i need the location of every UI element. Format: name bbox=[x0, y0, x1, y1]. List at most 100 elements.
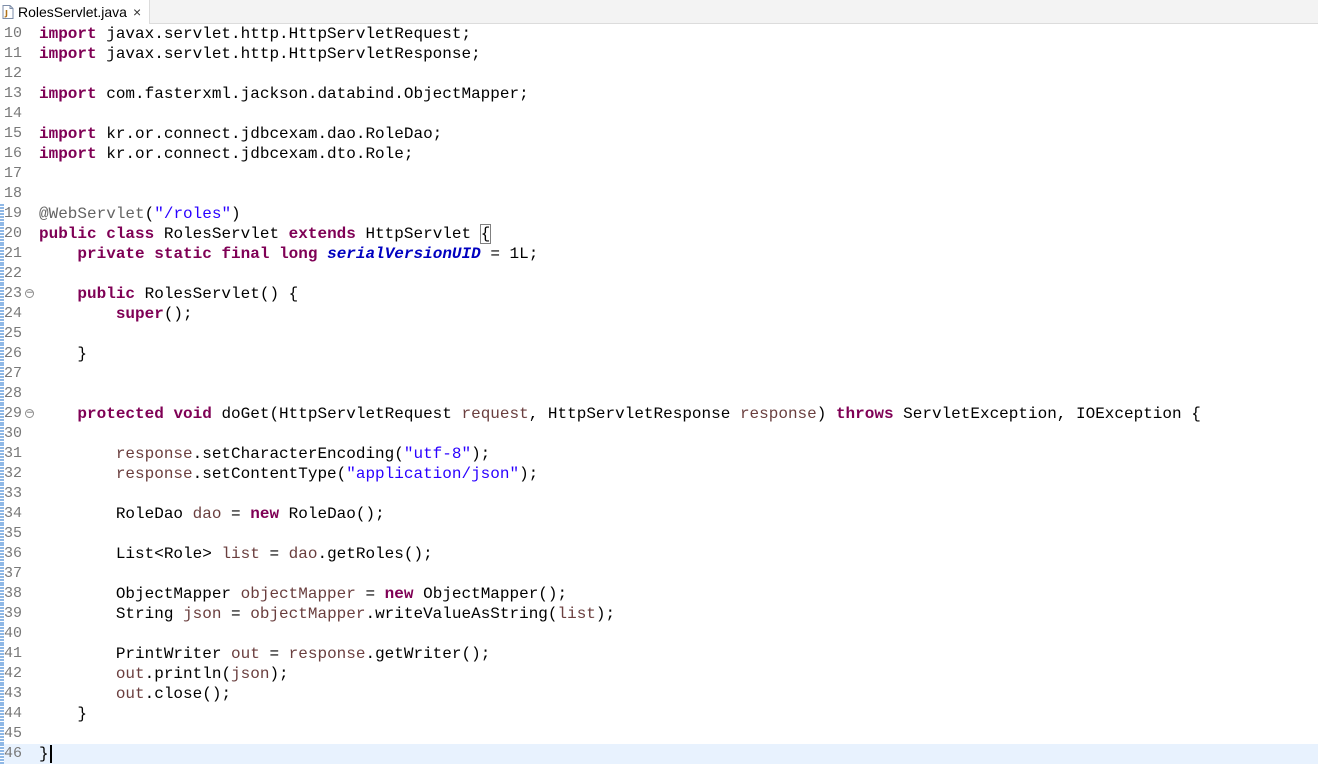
fold-collapse-icon[interactable]: − bbox=[25, 289, 34, 298]
code-token: objectMapper bbox=[250, 605, 366, 623]
line-number: 10 bbox=[4, 25, 23, 42]
code-line[interactable]: 26 } bbox=[0, 344, 1318, 364]
code-token: ); bbox=[519, 465, 539, 483]
line-number: 19 bbox=[4, 205, 23, 222]
code-token: serialVersionUID bbox=[327, 245, 481, 263]
code-text: String json = objectMapper.writeValueAsS… bbox=[39, 604, 615, 624]
code-text: import kr.or.connect.jdbcexam.dto.Role; bbox=[39, 144, 413, 164]
line-number: 30 bbox=[4, 425, 23, 442]
code-line[interactable]: 43 out.close(); bbox=[0, 684, 1318, 704]
line-number: 21 bbox=[4, 245, 23, 262]
code-token: json bbox=[183, 605, 222, 623]
code-line[interactable]: 28 bbox=[0, 384, 1318, 404]
code-token: super bbox=[115, 305, 164, 323]
code-token: RolesServlet() { bbox=[135, 285, 299, 303]
code-line[interactable]: 21 private static final long serialVersi… bbox=[0, 244, 1318, 264]
code-token: throws bbox=[835, 405, 894, 423]
code-line[interactable]: 19 @WebServlet("/roles") bbox=[0, 204, 1318, 224]
code-line[interactable]: 45 bbox=[0, 724, 1318, 744]
code-token: .writeValueAsString( bbox=[365, 605, 558, 623]
code-token: kr.or.connect.jdbcexam.dto.Role; bbox=[96, 145, 414, 163]
code-line[interactable]: 30 bbox=[0, 424, 1318, 444]
code-line[interactable]: 29− protected void doGet(HttpServletRequ… bbox=[0, 404, 1318, 424]
code-token: doGet(HttpServletRequest bbox=[211, 405, 462, 423]
code-line[interactable]: 25 bbox=[0, 324, 1318, 344]
code-line[interactable]: 16 import kr.or.connect.jdbcexam.dto.Role… bbox=[0, 144, 1318, 164]
line-number: 39 bbox=[4, 605, 23, 622]
code-token: objectMapper bbox=[240, 585, 356, 603]
code-line[interactable]: 40 bbox=[0, 624, 1318, 644]
code-line[interactable]: 38 ObjectMapper objectMapper = new Objec… bbox=[0, 584, 1318, 604]
code-line[interactable]: 42 out.println(json); bbox=[0, 664, 1318, 684]
code-text: import com.fasterxml.jackson.databind.Ob… bbox=[39, 84, 529, 104]
code-token: = bbox=[221, 505, 251, 523]
code-line[interactable]: 44 } bbox=[0, 704, 1318, 724]
code-line[interactable]: 17 bbox=[0, 164, 1318, 184]
code-token: extends bbox=[288, 225, 356, 243]
code-line[interactable]: 46} bbox=[0, 744, 1318, 764]
line-number: 25 bbox=[4, 325, 23, 342]
fold-collapse-icon[interactable]: − bbox=[25, 409, 34, 418]
code-line[interactable]: 27 bbox=[0, 364, 1318, 384]
line-number: 20 bbox=[4, 225, 23, 242]
code-text: PrintWriter out = response.getWriter(); bbox=[39, 644, 490, 664]
code-line[interactable]: 31 response.setCharacterEncoding("utf-8"… bbox=[0, 444, 1318, 464]
code-line[interactable]: 24 super(); bbox=[0, 304, 1318, 324]
code-line[interactable]: 11 import javax.servlet.http.HttpServletR… bbox=[0, 44, 1318, 64]
code-text: response.setContentType("application/jso… bbox=[39, 464, 538, 484]
code-token: , HttpServletResponse bbox=[528, 405, 740, 423]
line-number: 27 bbox=[4, 365, 23, 382]
code-token: = bbox=[259, 545, 289, 563]
code-line[interactable]: 34 RoleDao dao = new RoleDao(); bbox=[0, 504, 1318, 524]
code-line[interactable]: 32 response.setContentType("application/… bbox=[0, 464, 1318, 484]
code-text: RoleDao dao = new RoleDao(); bbox=[39, 504, 385, 524]
code-line[interactable]: 15 import kr.or.connect.jdbcexam.dao.Role… bbox=[0, 124, 1318, 144]
code-line[interactable]: 23− public RolesServlet() { bbox=[0, 284, 1318, 304]
code-token: list bbox=[557, 605, 596, 623]
code-line[interactable]: 18 bbox=[0, 184, 1318, 204]
code-token: out bbox=[231, 645, 260, 663]
code-line[interactable]: 33 bbox=[0, 484, 1318, 504]
code-line[interactable]: 22 bbox=[0, 264, 1318, 284]
code-line[interactable]: 36 List<Role> list = dao.getRoles(); bbox=[0, 544, 1318, 564]
code-line[interactable]: 39 String json = objectMapper.writeValue… bbox=[0, 604, 1318, 624]
code-token: .getRoles(); bbox=[317, 545, 433, 563]
code-line[interactable]: 37 bbox=[0, 564, 1318, 584]
code-editor[interactable]: 10 import javax.servlet.http.HttpServletR… bbox=[0, 24, 1318, 766]
code-line[interactable]: 14 bbox=[0, 104, 1318, 124]
code-line[interactable]: 20 public class RolesServlet extends Http… bbox=[0, 224, 1318, 244]
line-number: 38 bbox=[4, 585, 23, 602]
code-token: RolesServlet bbox=[154, 225, 289, 243]
code-line[interactable]: 12 bbox=[0, 64, 1318, 84]
code-line[interactable]: 41 PrintWriter out = response.getWriter(… bbox=[0, 644, 1318, 664]
line-number: 18 bbox=[4, 185, 23, 202]
code-token: .println( bbox=[144, 665, 232, 683]
code-token: void bbox=[173, 405, 212, 423]
line-number: 12 bbox=[4, 65, 23, 82]
tab-roles-servlet[interactable]: J RolesServlet.java × bbox=[0, 0, 151, 24]
code-token: = bbox=[259, 645, 289, 663]
code-text: import javax.servlet.http.HttpServletReq… bbox=[39, 24, 471, 44]
code-line[interactable]: 13 import com.fasterxml.jackson.databind.… bbox=[0, 84, 1318, 104]
line-number: 32 bbox=[4, 465, 23, 482]
code-token: import bbox=[39, 45, 97, 63]
code-token: "/roles" bbox=[154, 205, 232, 223]
code-text: } bbox=[39, 344, 87, 364]
code-token: import bbox=[39, 85, 97, 103]
code-line[interactable]: 10 import javax.servlet.http.HttpServletR… bbox=[0, 24, 1318, 44]
code-token: ( bbox=[144, 205, 155, 223]
code-token: List<Role> bbox=[39, 545, 222, 563]
close-icon[interactable]: × bbox=[133, 5, 141, 19]
code-line[interactable]: 35 bbox=[0, 524, 1318, 544]
code-token: = 1L; bbox=[480, 245, 539, 263]
code-text: } bbox=[39, 744, 52, 764]
code-token: ObjectMapper(); bbox=[413, 585, 568, 603]
